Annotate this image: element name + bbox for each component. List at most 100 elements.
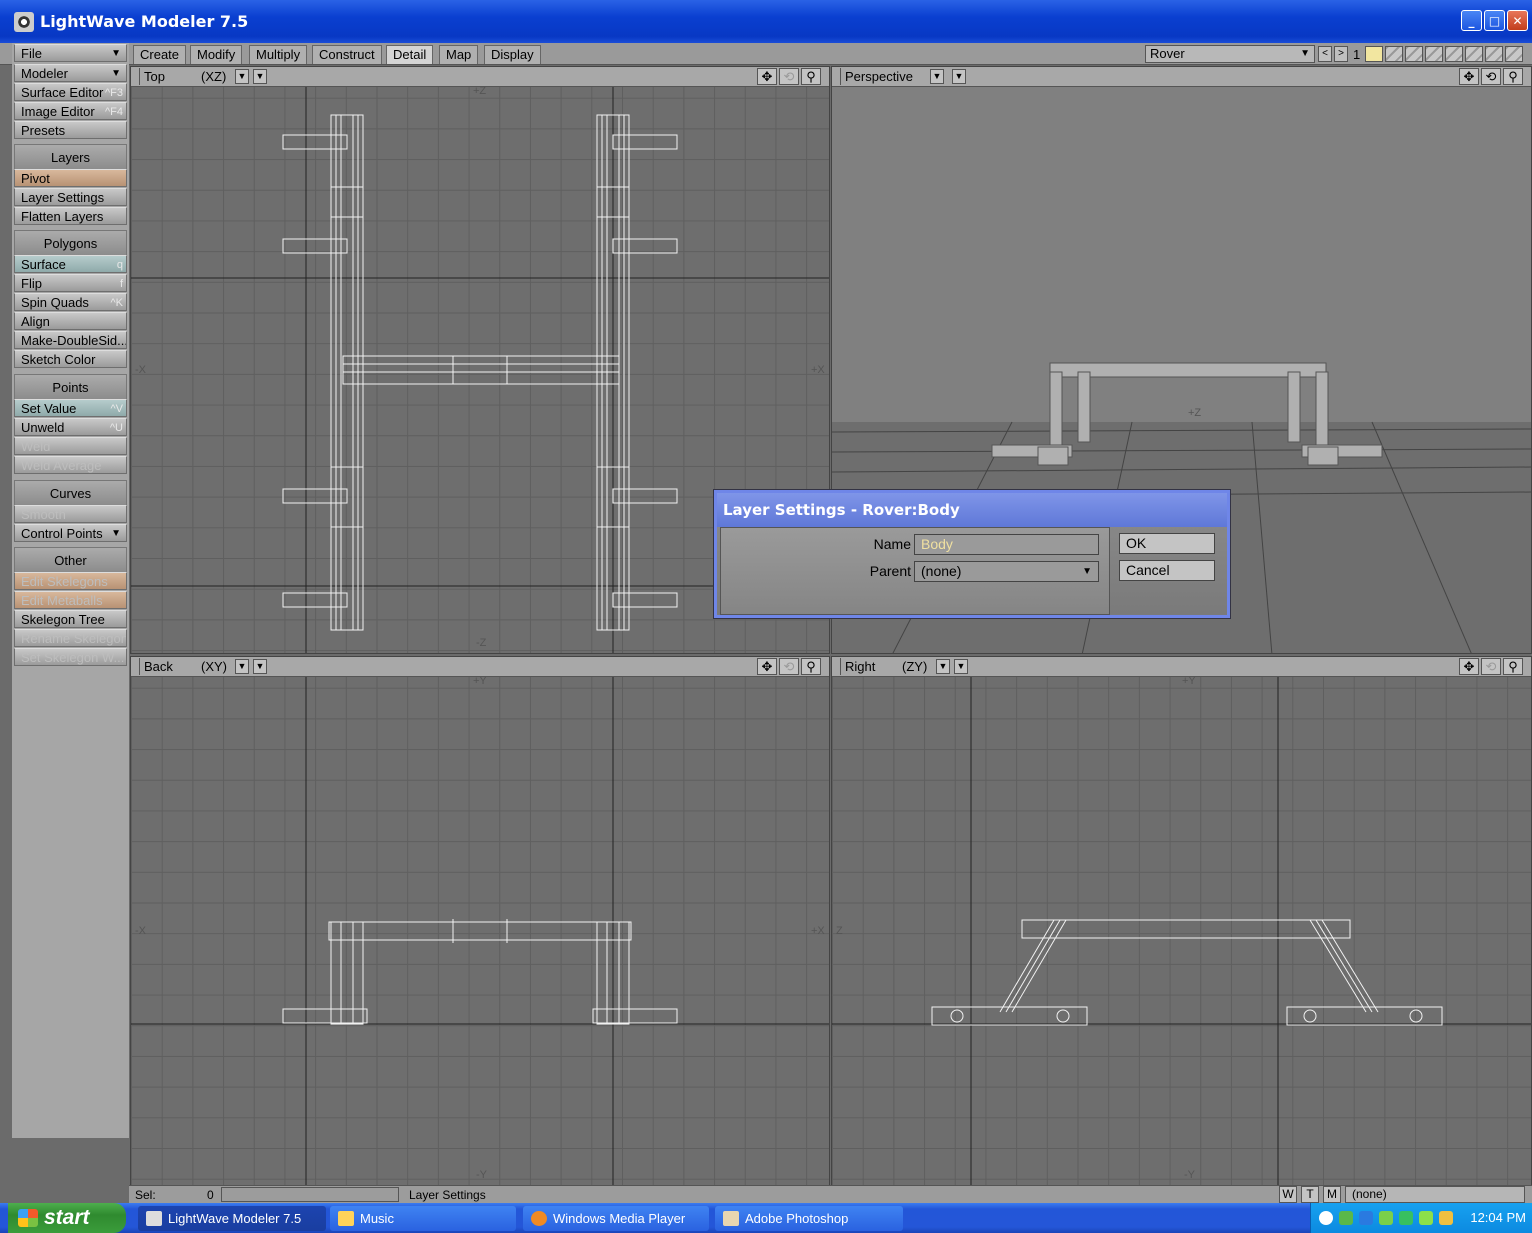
- spin-quads-button[interactable]: Spin Quads ^K: [14, 293, 127, 311]
- render-mode-dropdown[interactable]: ▼: [253, 69, 267, 84]
- tab-construct[interactable]: Construct: [312, 45, 382, 64]
- network-icon[interactable]: [1359, 1211, 1373, 1225]
- make-double-sided-button[interactable]: Make-DoubleSid...: [14, 331, 127, 349]
- smooth-button[interactable]: Smooth: [14, 505, 127, 523]
- parent-dropdown[interactable]: (none) ▼: [914, 561, 1099, 582]
- back-viewport[interactable]: Back (XY) ▼ ▼ ✥ ⟲ ⚲ +Y -Y -X +X: [130, 656, 830, 1186]
- prev-layer-button[interactable]: <: [1318, 46, 1332, 62]
- taskbar-item-music[interactable]: Music: [330, 1206, 516, 1231]
- presets-button[interactable]: Presets: [14, 121, 127, 139]
- ok-button[interactable]: OK: [1119, 533, 1215, 554]
- object-selector[interactable]: Rover ▼: [1145, 45, 1315, 63]
- surface-selector[interactable]: (none): [1345, 1186, 1525, 1203]
- taskbar-item-lightwave[interactable]: LightWave Modeler 7.5: [138, 1206, 326, 1231]
- tab-modify[interactable]: Modify: [190, 45, 243, 64]
- rotate-icon[interactable]: ⟲: [1481, 658, 1501, 675]
- signal-icon[interactable]: [1419, 1211, 1433, 1225]
- name-field[interactable]: Body: [914, 534, 1099, 555]
- layer-slot[interactable]: [1385, 46, 1404, 62]
- texture-toggle[interactable]: T: [1301, 1186, 1319, 1203]
- modeler-menu[interactable]: Modeler ▼: [14, 64, 127, 82]
- render-mode-dropdown[interactable]: ▼: [253, 659, 267, 674]
- clock: 12:04 PM: [1470, 1210, 1526, 1225]
- material-toggle[interactable]: M: [1323, 1186, 1341, 1203]
- axis-label: Z: [836, 925, 843, 937]
- set-value-button[interactable]: Set Value ^V: [14, 399, 127, 417]
- tray-expand-icon[interactable]: [1319, 1211, 1333, 1225]
- image-editor-button[interactable]: Image Editor ^F4: [14, 102, 127, 120]
- pan-icon[interactable]: ✥: [1459, 658, 1479, 675]
- right-view-wireframe: [832, 677, 1531, 1185]
- dialog-title: Layer Settings - Rover:Body: [717, 493, 1227, 527]
- tab-create[interactable]: Create: [133, 45, 187, 64]
- layer-slot[interactable]: [1445, 46, 1464, 62]
- start-button[interactable]: start: [8, 1203, 126, 1233]
- rotate-icon[interactable]: ⟲: [779, 68, 799, 85]
- system-tray: 12:04 PM: [1310, 1203, 1532, 1233]
- surface-editor-button[interactable]: Surface Editor ^F3: [14, 83, 127, 101]
- render-mode-dropdown[interactable]: ▼: [952, 69, 966, 84]
- layer-slot[interactable]: [1405, 46, 1424, 62]
- tray-app-icon[interactable]: [1439, 1211, 1453, 1225]
- viewport-axis: (XZ): [201, 69, 227, 84]
- tray-app-icon[interactable]: [1399, 1211, 1413, 1225]
- layer-slot[interactable]: [1465, 46, 1484, 62]
- zoom-icon[interactable]: ⚲: [1503, 658, 1523, 675]
- maximize-button[interactable]: □: [1484, 10, 1505, 31]
- tab-map[interactable]: Map: [439, 45, 479, 64]
- weld-average-button[interactable]: Weld Average: [14, 456, 127, 474]
- flatten-layers-button[interactable]: Flatten Layers: [14, 207, 127, 225]
- control-points-menu[interactable]: Control Points ▼: [14, 524, 127, 542]
- wireframe-toggle[interactable]: W: [1279, 1186, 1297, 1203]
- layer-slot[interactable]: [1505, 46, 1524, 62]
- skelegon-tree-button[interactable]: Skelegon Tree: [14, 610, 127, 628]
- view-type-dropdown[interactable]: ▼: [235, 69, 249, 84]
- rename-skelegon-button[interactable]: Rename Skelegon: [14, 629, 127, 647]
- right-viewport[interactable]: Right (ZY) ▼ ▼ ✥ ⟲ ⚲ +Y -Y Z: [831, 656, 1532, 1186]
- tab-detail[interactable]: Detail: [386, 45, 434, 64]
- axis-label: +X: [811, 925, 825, 937]
- pan-icon[interactable]: ✥: [757, 68, 777, 85]
- windows-logo-icon: [18, 1209, 38, 1227]
- pivot-button[interactable]: Pivot: [14, 169, 127, 187]
- pan-icon[interactable]: ✥: [1459, 68, 1479, 85]
- axis-label: +Z: [473, 85, 487, 97]
- rotate-icon[interactable]: ⟲: [779, 658, 799, 675]
- tray-app-icon[interactable]: [1379, 1211, 1393, 1225]
- edit-metaballs-button[interactable]: Edit Metaballs: [14, 591, 127, 609]
- flip-button[interactable]: Flip f: [14, 274, 127, 292]
- set-skelegon-weight-button[interactable]: Set Skelegon W...: [14, 648, 127, 666]
- zoom-icon[interactable]: ⚲: [801, 658, 821, 675]
- taskbar-item-photoshop[interactable]: Adobe Photoshop: [715, 1206, 903, 1231]
- cancel-button[interactable]: Cancel: [1119, 560, 1215, 581]
- layer-slot[interactable]: [1425, 46, 1444, 62]
- viewport-axis: (XY): [201, 659, 227, 674]
- weld-button[interactable]: Weld: [14, 437, 127, 455]
- file-menu[interactable]: File ▼: [14, 44, 127, 62]
- view-type-dropdown[interactable]: ▼: [235, 659, 249, 674]
- rotate-icon[interactable]: ⟲: [1481, 68, 1501, 85]
- tray-app-icon[interactable]: [1339, 1211, 1353, 1225]
- render-mode-dropdown[interactable]: ▼: [954, 659, 968, 674]
- axis-label: +Y: [1182, 675, 1196, 687]
- axis-label: -Y: [1184, 1169, 1195, 1181]
- layer-slot[interactable]: [1485, 46, 1504, 62]
- view-type-dropdown[interactable]: ▼: [936, 659, 950, 674]
- taskbar-item-media-player[interactable]: Windows Media Player: [523, 1206, 709, 1231]
- sketch-color-button[interactable]: Sketch Color: [14, 350, 127, 368]
- close-button[interactable]: ✕: [1507, 10, 1528, 31]
- pan-icon[interactable]: ✥: [757, 658, 777, 675]
- next-layer-button[interactable]: >: [1334, 46, 1348, 62]
- tab-display[interactable]: Display: [484, 45, 541, 64]
- zoom-icon[interactable]: ⚲: [801, 68, 821, 85]
- layer-slot[interactable]: [1365, 46, 1384, 62]
- zoom-icon[interactable]: ⚲: [1503, 68, 1523, 85]
- tab-multiply[interactable]: Multiply: [249, 45, 308, 64]
- view-type-dropdown[interactable]: ▼: [930, 69, 944, 84]
- edit-skelegons-button[interactable]: Edit Skelegons: [14, 572, 127, 590]
- surface-button[interactable]: Surface q: [14, 255, 127, 273]
- minimize-button[interactable]: _: [1461, 10, 1482, 31]
- layer-settings-button[interactable]: Layer Settings: [14, 188, 127, 206]
- unweld-button[interactable]: Unweld ^U: [14, 418, 127, 436]
- align-button[interactable]: Align: [14, 312, 127, 330]
